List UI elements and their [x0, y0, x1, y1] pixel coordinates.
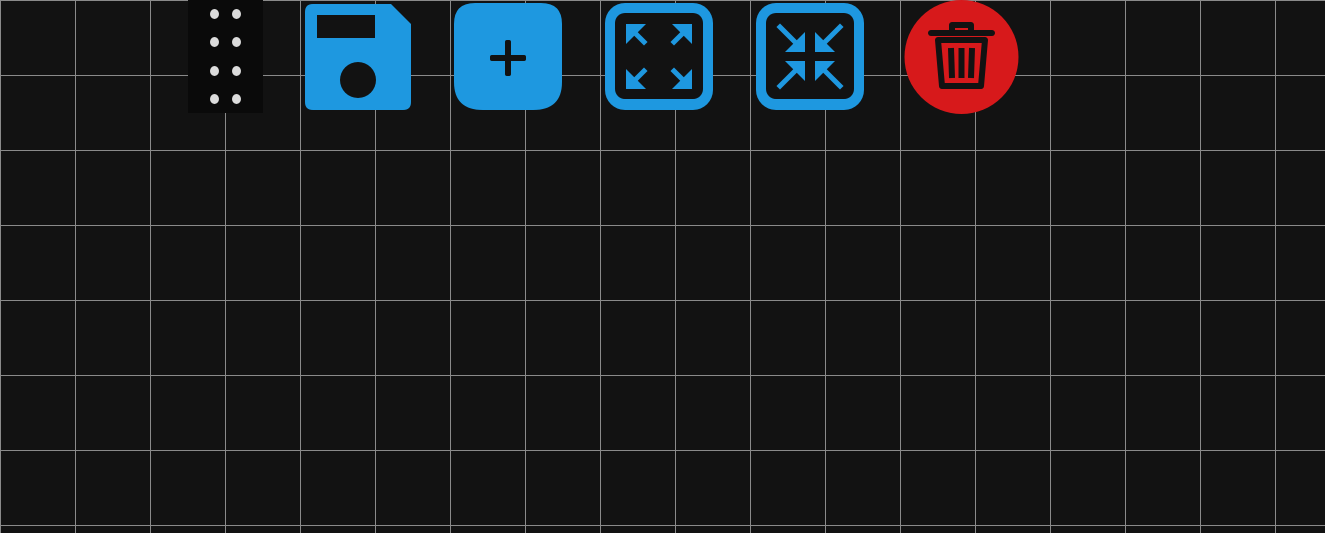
- drag-handle-dot: [232, 9, 241, 19]
- drag-handle-dot: [232, 66, 241, 76]
- drag-handle-dot: [232, 94, 241, 104]
- drag-handle-dot: [210, 94, 219, 104]
- expand-button[interactable]: [604, 2, 714, 112]
- toolbar: [0, 0, 1325, 120]
- floppy-disk-icon: [305, 4, 411, 110]
- collapse-arrows-icon: [756, 3, 864, 110]
- collapse-button[interactable]: [755, 2, 865, 112]
- plus-icon: [454, 3, 562, 110]
- add-button[interactable]: [453, 2, 563, 112]
- drag-handle-dot: [210, 9, 219, 19]
- drag-handle-dot: [232, 37, 241, 47]
- drag-handle-dot: [210, 37, 219, 47]
- drag-handle[interactable]: [188, 0, 263, 113]
- expand-arrows-icon: [605, 3, 713, 110]
- save-button[interactable]: [303, 2, 413, 112]
- drag-handle-dot: [210, 66, 219, 76]
- delete-button[interactable]: [904, 0, 1019, 115]
- trash-icon: [904, 0, 1019, 114]
